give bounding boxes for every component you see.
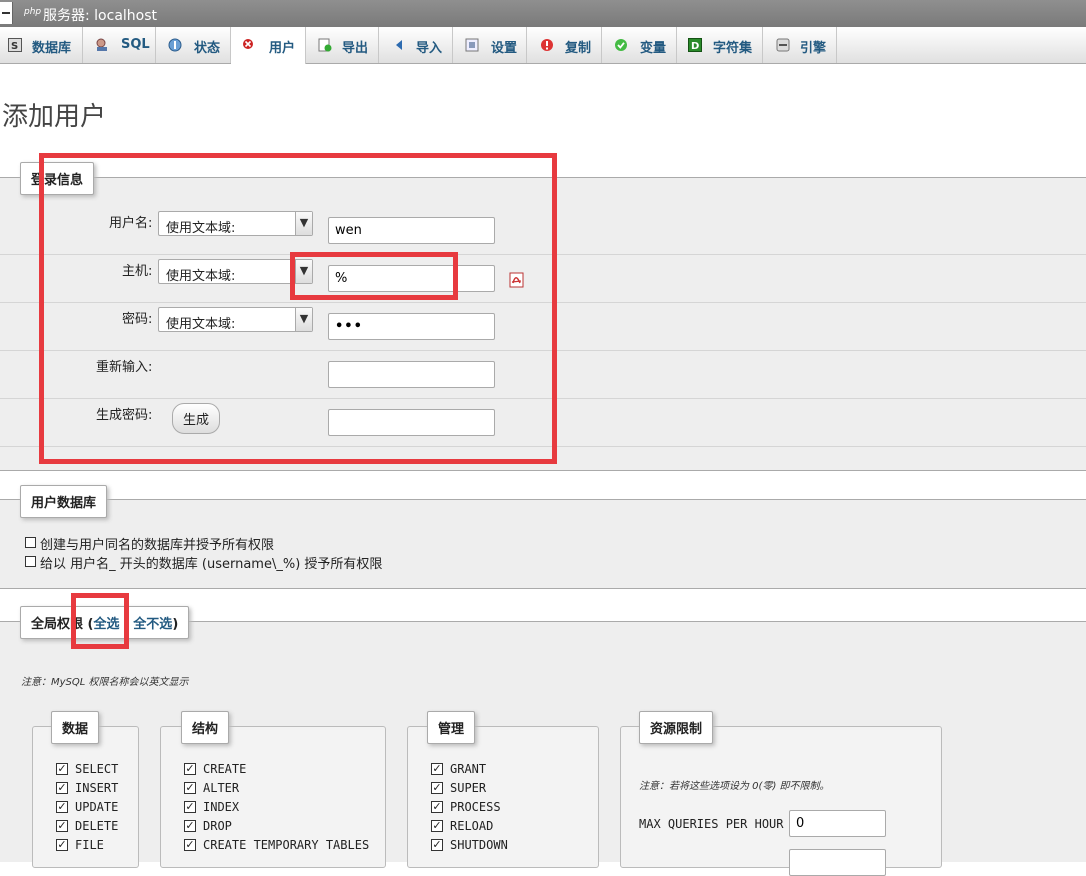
tab-users-label: 用户: [269, 41, 296, 56]
max-queries-input[interactable]: [789, 810, 886, 837]
index-label: INDEX: [203, 800, 240, 814]
create-temp-tables-checkbox[interactable]: ✓: [184, 839, 196, 851]
tab-databases[interactable]: S 数据库: [0, 27, 83, 63]
create-same-name-db-checkbox[interactable]: [25, 537, 36, 548]
drop-label: DROP: [203, 819, 232, 833]
tab-settings-label: 设置: [491, 41, 518, 56]
max-updates-input[interactable]: [789, 849, 886, 876]
process-checkbox[interactable]: ✓: [431, 801, 443, 813]
highlight-box-host: [290, 252, 458, 300]
create-temp-tables-label: CREATE TEMPORARY TABLES: [203, 838, 370, 852]
tab-charset-label: 字符集: [713, 41, 753, 56]
highlight-box-login: [39, 153, 557, 464]
settings-icon: [465, 38, 479, 52]
grant-wildcard-db-label: 给以 用户名_ 开头的数据库 (username\_%) 授予所有权限: [40, 557, 383, 572]
tab-users[interactable]: 用户: [231, 27, 306, 64]
tab-sql[interactable]: SQL: [83, 27, 156, 63]
database-icon: S: [8, 38, 22, 52]
file-label: FILE: [75, 838, 104, 852]
create-label: CREATE: [203, 762, 247, 776]
tab-status-label: 状态: [194, 41, 221, 56]
alter-checkbox[interactable]: ✓: [184, 782, 196, 794]
index-checkbox[interactable]: ✓: [184, 801, 196, 813]
uncheck-all-link[interactable]: 全不选: [133, 617, 172, 632]
tab-export-label: 导出: [342, 41, 369, 56]
status-icon: [168, 38, 182, 52]
tab-engines[interactable]: 引擎: [763, 27, 837, 63]
super-checkbox[interactable]: ✓: [431, 782, 443, 794]
charset-icon: D: [688, 38, 702, 52]
alter-label: ALTER: [203, 781, 240, 795]
super-label: SUPER: [450, 781, 487, 795]
insert-label: INSERT: [75, 781, 119, 795]
resource-limits-legend: 资源限制: [639, 711, 714, 744]
shutdown-checkbox[interactable]: ✓: [431, 839, 443, 851]
tab-databases-label: 数据库: [32, 41, 72, 56]
tab-charset[interactable]: D 字符集: [677, 27, 763, 63]
tab-sql-label: SQL: [121, 37, 150, 52]
user-database-legend: 用户数据库: [20, 485, 108, 518]
resource-limits-note: 注意：若将这些选项设为 0(零) 即不限制。: [639, 781, 830, 792]
insert-checkbox[interactable]: ✓: [56, 782, 68, 794]
create-checkbox[interactable]: ✓: [184, 763, 196, 775]
window-title: 服务器: localhost: [43, 8, 158, 24]
shutdown-label: SHUTDOWN: [450, 838, 508, 852]
update-checkbox[interactable]: ✓: [56, 801, 68, 813]
grant-wildcard-db-checkbox[interactable]: [25, 556, 36, 567]
delete-checkbox[interactable]: ✓: [56, 820, 68, 832]
tab-engines-label: 引擎: [800, 41, 827, 56]
minimize-icon[interactable]: [0, 2, 13, 24]
privileges-note: 注意：MySQL 权限名称会以英文显示: [21, 677, 189, 688]
grant-checkbox[interactable]: ✓: [431, 763, 443, 775]
max-queries-label: MAX QUERIES PER HOUR: [639, 817, 784, 831]
variables-icon: [614, 38, 628, 52]
highlight-box-check-all: [71, 593, 129, 649]
engine-icon: [776, 38, 790, 52]
resource-limits-group: [620, 726, 942, 868]
create-same-name-db-label: 创建与用户同名的数据库并授予所有权限: [40, 538, 275, 553]
replication-icon: [540, 38, 554, 52]
export-icon: [318, 38, 332, 52]
process-label: PROCESS: [450, 800, 501, 814]
reload-label: RELOAD: [450, 819, 494, 833]
update-label: UPDATE: [75, 800, 119, 814]
tab-export[interactable]: 导出: [306, 27, 379, 63]
tab-variables-label: 变量: [640, 41, 667, 56]
server-tabs: S 数据库 SQL 状态 用户 导出 导入 设置 复制 变量 D 字符集 引擎: [0, 27, 1086, 64]
svg-text:D: D: [691, 41, 699, 52]
tab-settings[interactable]: 设置: [453, 27, 527, 63]
svg-text:S: S: [11, 41, 18, 52]
grant-label: GRANT: [450, 762, 487, 776]
users-icon: [241, 38, 255, 52]
file-checkbox[interactable]: ✓: [56, 839, 68, 851]
page-title: 添加用户: [2, 102, 107, 132]
tab-import-label: 导入: [416, 41, 443, 56]
data-group-legend: 数据: [51, 711, 100, 744]
admin-group-legend: 管理: [427, 711, 476, 744]
select-label: SELECT: [75, 762, 119, 776]
select-checkbox[interactable]: ✓: [56, 763, 68, 775]
import-icon: [393, 38, 407, 52]
legend-close-paren: ): [172, 617, 179, 632]
tab-import[interactable]: 导入: [379, 27, 453, 63]
tab-status[interactable]: 状态: [156, 27, 231, 63]
delete-label: DELETE: [75, 819, 119, 833]
reload-checkbox[interactable]: ✓: [431, 820, 443, 832]
php-logo-icon: php: [24, 7, 42, 17]
tab-replication-label: 复制: [565, 41, 592, 56]
drop-checkbox[interactable]: ✓: [184, 820, 196, 832]
sql-icon: [95, 38, 109, 52]
tab-replication[interactable]: 复制: [527, 27, 602, 63]
structure-group-legend: 结构: [181, 711, 230, 744]
window-titlebar: php 服务器: localhost: [0, 0, 1086, 27]
tab-variables[interactable]: 变量: [602, 27, 677, 63]
